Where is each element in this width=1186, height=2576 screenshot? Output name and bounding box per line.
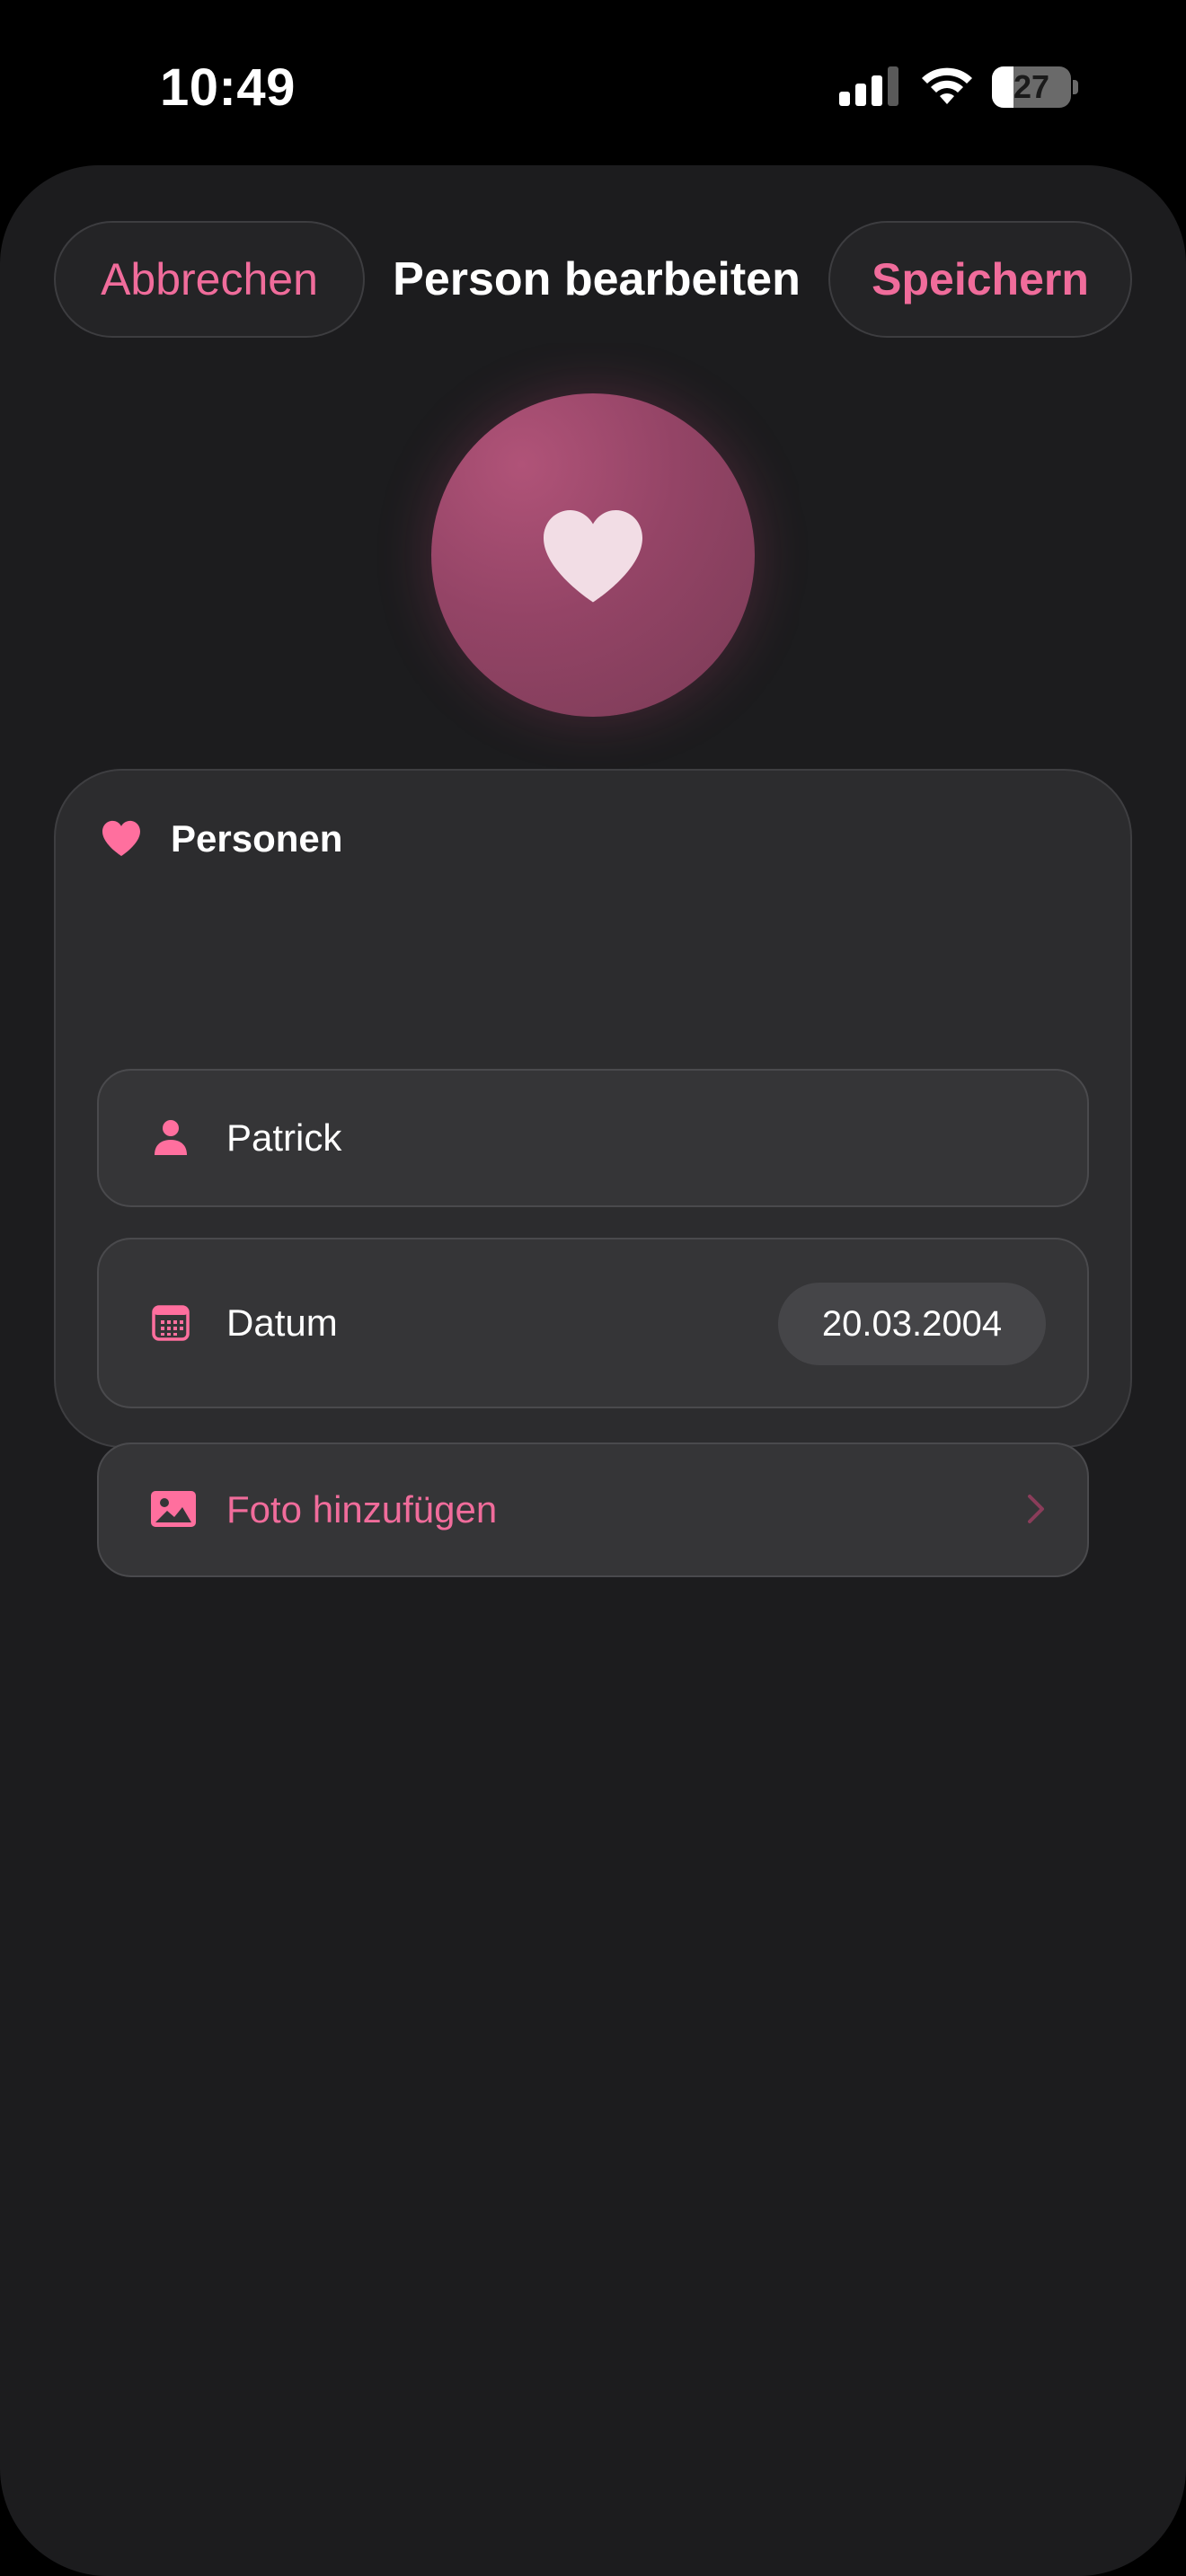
date-field: Datum 20.03.2004 [97, 1238, 1089, 1408]
avatar[interactable] [431, 393, 755, 717]
photo-icon [151, 1491, 196, 1527]
status-bar: 10:49 27 [0, 0, 1186, 171]
status-time: 10:49 [160, 58, 296, 117]
name-value: Patrick [226, 1116, 342, 1159]
name-field[interactable]: Patrick [97, 1069, 1089, 1207]
page-title: Person bearbeiten [393, 253, 801, 305]
add-photo-row[interactable]: Foto hinzufügen [97, 1442, 1089, 1577]
battery-cap [1073, 80, 1078, 94]
save-button[interactable]: Speichern [828, 221, 1132, 338]
chevron-right-icon [1028, 1495, 1044, 1523]
edit-person-sheet: Abbrechen Person bearbeiten Speichern Pe… [0, 165, 1186, 2576]
battery-body: 27 [992, 66, 1071, 108]
battery-level: 27 [1013, 68, 1050, 105]
heart-icon [544, 510, 642, 603]
screen: 10:49 27 Abbrechen Person bearbeiten Spe… [0, 0, 1186, 2576]
add-photo-label: Foto hinzufügen [226, 1488, 498, 1531]
heart-icon [102, 820, 140, 857]
date-label: Datum [226, 1301, 338, 1344]
person-icon [155, 1120, 187, 1155]
date-picker-button[interactable]: 20.03.2004 [778, 1283, 1046, 1365]
calendar-icon [152, 1305, 190, 1341]
cellular-signal-icon [839, 66, 898, 106]
cancel-button[interactable]: Abbrechen [54, 221, 365, 338]
persons-card: Personen Patrick Datum 20.03.2004 Foto h… [54, 769, 1132, 1577]
battery-icon: 27 [992, 66, 1078, 108]
card-title: Personen [171, 817, 343, 860]
wifi-icon [922, 67, 972, 104]
